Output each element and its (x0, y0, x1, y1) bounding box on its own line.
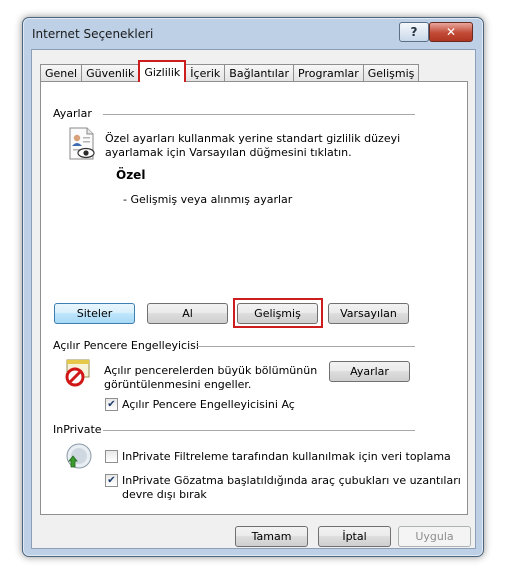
privacy-level-detail: - Gelişmiş veya alınmış ayarlar (123, 193, 293, 206)
inprivate-group-label: InPrivate (53, 423, 102, 436)
inprivate-toolbars-checkbox[interactable]: ✔ (105, 474, 118, 487)
tab-connections[interactable]: Bağlantılar (224, 64, 295, 82)
default-button[interactable]: Varsayılan (328, 303, 409, 324)
tab-content[interactable]: İçerik (185, 64, 226, 82)
inprivate-group-divider (103, 430, 415, 431)
settings-group-label: Ayarlar (53, 107, 92, 120)
ok-button[interactable]: Tamam (235, 526, 308, 547)
apply-button[interactable]: Uygula (398, 526, 471, 547)
inprivate-icon (63, 440, 95, 475)
import-button[interactable]: Al (147, 303, 228, 324)
popup-blocker-checkbox-label[interactable]: Açılır Pencere Engelleyicisini Aç (122, 398, 295, 412)
tab-programs[interactable]: Programlar (293, 64, 364, 82)
sites-button[interactable]: Siteler (54, 303, 135, 324)
tab-privacy[interactable]: Gizlilik (138, 60, 187, 82)
settings-group-divider (103, 114, 415, 115)
popup-description-line2: görüntülenmesini engeller. (104, 378, 252, 391)
popup-blocked-icon (63, 358, 93, 391)
privacy-level-title: Özel (116, 168, 146, 182)
inprivate-filter-label[interactable]: InPrivate Filtreleme tarafından kullanıl… (122, 450, 451, 464)
settings-description-line1: Özel ayarları kullanmak yerine standart … (105, 132, 401, 145)
close-button[interactable]: ✕ (429, 22, 473, 42)
inprivate-toolbars-label-line1[interactable]: InPrivate Gözatma başlatıldığında araç ç… (122, 474, 461, 488)
window-title: Internet Seçenekleri (32, 27, 154, 41)
advanced-button[interactable]: Gelişmiş (237, 303, 318, 324)
checkmark-icon: ✔ (107, 474, 116, 486)
settings-description-line2: ayarlamak için Varsayılan düğmesini tıkl… (105, 146, 352, 159)
tab-strip: Genel Güvenlik Gizlilik İçerik Bağlantıl… (40, 60, 420, 82)
tab-advanced[interactable]: Gelişmiş (362, 64, 420, 82)
popup-description-line1: Açılır pencerelerden büyük bölümünün (104, 364, 318, 377)
help-button[interactable]: ? (399, 22, 429, 42)
inprivate-toolbars-label-line2[interactable]: devre dışı bırak (122, 488, 207, 502)
inprivate-filter-checkbox[interactable] (105, 450, 118, 463)
dialog-client-area: Genel Güvenlik Gizlilik İçerik Bağlantıl… (31, 49, 476, 549)
checkmark-icon: ✔ (107, 398, 116, 410)
help-icon: ? (410, 25, 418, 39)
privacy-tab-panel: Ayarlar Özel ayarları kullanmak yerine s… (40, 81, 468, 515)
tab-security[interactable]: Güvenlik (81, 64, 140, 82)
dialog-window: Internet Seçenekleri ? ✕ Genel Güvenlik … (22, 17, 484, 557)
popup-group-label: Açılır Pencere Engelleyicisi (53, 339, 199, 352)
cancel-button[interactable]: İptal (318, 526, 391, 547)
tab-general[interactable]: Genel (40, 64, 83, 82)
close-icon: ✕ (445, 25, 457, 39)
popup-blocker-checkbox[interactable]: ✔ (105, 398, 118, 411)
privacy-document-icon (67, 127, 97, 164)
popup-group-divider (197, 346, 415, 347)
popup-settings-button[interactable]: Ayarlar (329, 361, 410, 382)
